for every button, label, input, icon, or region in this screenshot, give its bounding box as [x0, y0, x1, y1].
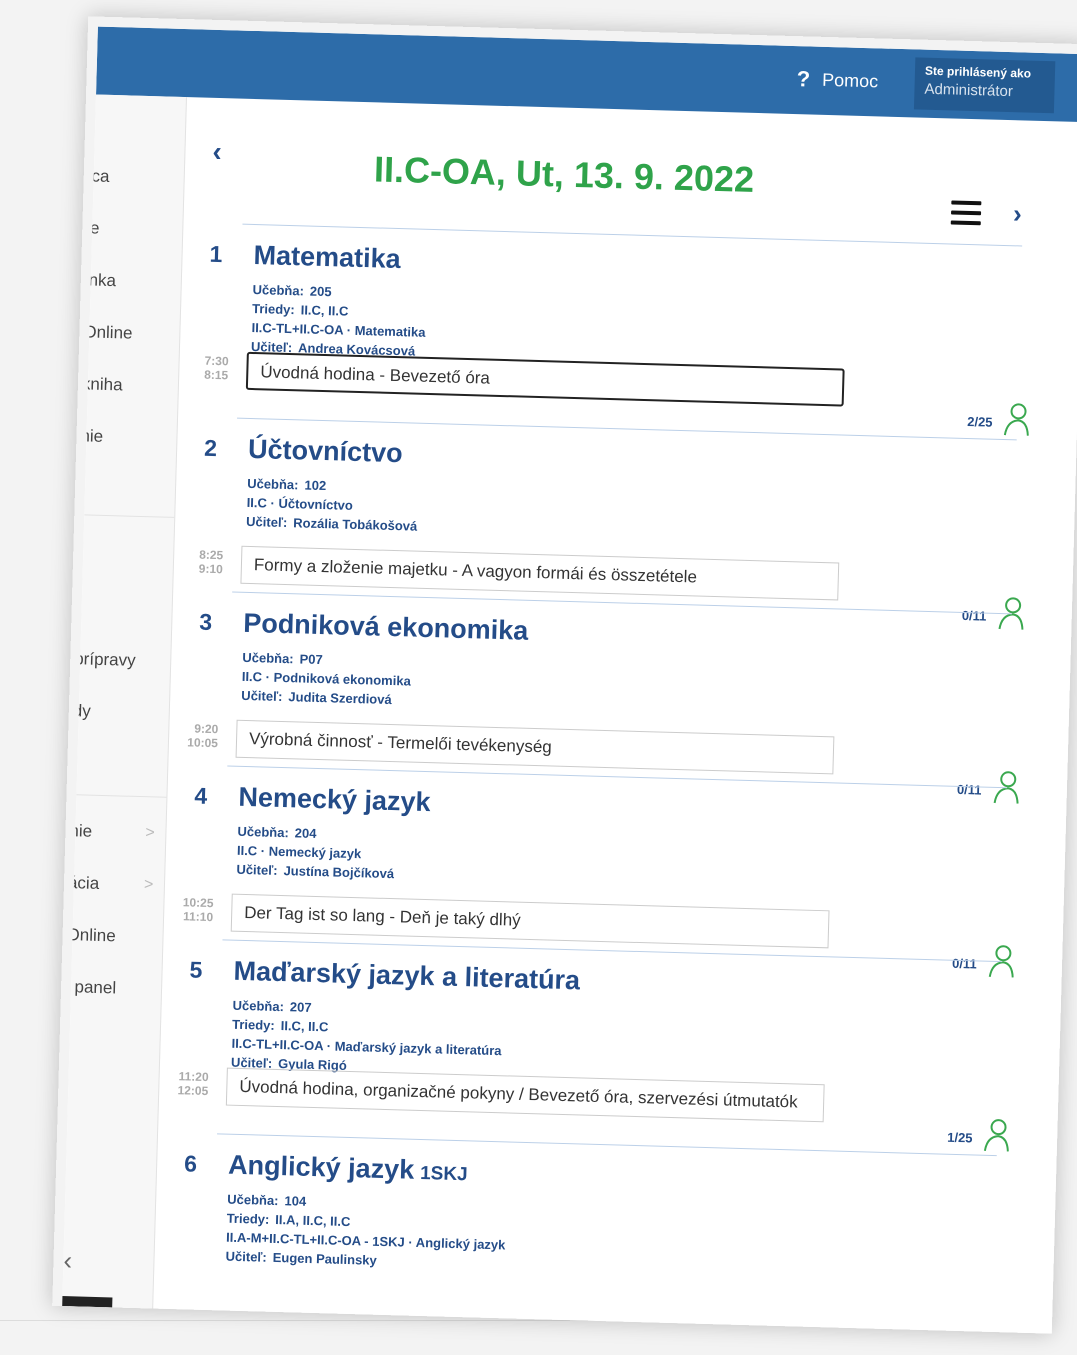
hamburger-menu-icon[interactable]: [950, 200, 982, 231]
lesson-subject: Maďarský jazyk a literatúra: [233, 955, 581, 996]
main-content: ‹ II.C-OA, Ut, 13. 9. 2022 › 1 Matematik…: [152, 97, 1077, 1334]
sidebar-item[interactable]: prípravy: [74, 649, 136, 671]
question-icon: ?: [796, 66, 811, 92]
sidebar-item[interactable]: ie: [86, 218, 100, 238]
lesson-item: 1 Matematika Učebňa: 205 Triedy: II.C, II.…: [177, 222, 1029, 439]
lesson-number: 3: [198, 608, 213, 635]
sidebar-item[interactable]: inka: [85, 270, 117, 291]
lesson-teacher: Rozália Tobákošová: [293, 515, 418, 534]
lesson-teacher: Justína Bojčíková: [283, 863, 395, 882]
lesson-teacher: Judita Szerdiová: [288, 689, 392, 708]
lesson-info: Učebňa: 205 Triedy: II.C, II.C II.C-TL+II.…: [250, 281, 426, 359]
sidebar-divider: [76, 794, 167, 798]
sidebar-item[interactable]: kniha: [82, 374, 123, 395]
lesson-info: Učebňa: 204 II.C · Nemecký jazyk Učiteľ: J…: [236, 823, 395, 882]
lesson-topic-input[interactable]: Výrobná činnosť - Termelői tevékenység: [235, 719, 835, 775]
lesson-time: 9:20 10:05: [187, 721, 219, 751]
help-label: Pomoc: [821, 69, 879, 91]
lesson-topic-input[interactable]: Der Tag ist so lang - Deň je taký dlhý: [230, 893, 830, 949]
lesson-room: 207: [289, 999, 312, 1015]
lesson-room: 204: [294, 825, 317, 841]
lesson-subject-tag: 1SKJ: [419, 1163, 468, 1186]
page-title: II.C-OA, Ut, 13. 9. 2022: [373, 148, 755, 200]
lesson-subject: Nemecký jazyk: [238, 781, 431, 818]
lesson-classes: II.A, II.C, II.C: [275, 1211, 351, 1230]
lesson-info: Učebňa: P07 II.C · Podniková ekonomika Uč…: [241, 649, 412, 708]
user-role-text: Administrátor: [924, 80, 1014, 101]
lesson-time: 11:20 12:05: [177, 1069, 209, 1099]
lesson-number: 1: [209, 240, 223, 268]
sidebar-divider: [84, 514, 175, 518]
lesson-subject: Účtovníctvo: [247, 433, 404, 469]
lesson-info: Učebňa: 207 Triedy: II.C, II.C II.C-TL+II.…: [230, 997, 502, 1073]
chevron-right-icon: >: [145, 824, 156, 842]
lesson-time: 8:25 9:10: [198, 547, 224, 577]
sidebar-item[interactable]: /: [71, 753, 76, 773]
lesson-info: Učebňa: 102 II.C · Účtovníctvo Učiteľ: Roz…: [245, 475, 418, 534]
lesson-room: 205: [309, 283, 332, 300]
attendance-count: 2/25: [967, 413, 993, 430]
lesson-time: 7:30 8:15: [204, 353, 229, 383]
sidebar-item[interactable]: Online: [83, 322, 133, 343]
sidebar-item[interactable]: nie: [69, 821, 92, 842]
sidebar-item[interactable]: ácia: [68, 873, 100, 894]
collapse-sidebar-icon[interactable]: ‹: [63, 1245, 73, 1276]
app-window: ? Pomoc Ste prihlásený ako Administrátor…: [62, 26, 1077, 1334]
lesson-item: 6 Anglický jazyk 1SKJ Učebňa: 104 Triedy: I…: [152, 1132, 997, 1334]
chevron-right-icon: >: [143, 876, 154, 894]
lesson-topic-input[interactable]: Úvodná hodina - Bevezető óra: [245, 351, 845, 407]
sidebar-item[interactable]: lca: [87, 166, 109, 187]
lesson-subject: Matematika: [253, 240, 402, 275]
lesson-number: 4: [194, 782, 208, 809]
lesson-number: 2: [203, 434, 218, 462]
lesson-time: 10:25 11:10: [182, 895, 214, 925]
previous-day-icon[interactable]: ‹: [212, 136, 222, 168]
sidebar-item[interactable]: nie: [80, 426, 103, 447]
user-account-box[interactable]: Ste prihlásený ako Administrátor: [913, 57, 1056, 114]
screenshot-sheet: ? Pomoc Ste prihlásený ako Administrátor…: [52, 16, 1077, 1334]
person-icon[interactable]: [983, 1117, 1010, 1154]
lesson-number: 5: [189, 956, 203, 983]
login-status-text: Ste prihlásený ako: [924, 63, 1032, 81]
taskbar-fragment: [62, 1295, 113, 1308]
lesson-number: 6: [183, 1150, 198, 1177]
lesson-room: 102: [304, 477, 327, 494]
next-day-icon[interactable]: ›: [1013, 198, 1023, 229]
person-icon[interactable]: [1003, 401, 1030, 438]
sidebar-item[interactable]: dy: [73, 701, 91, 721]
help-link[interactable]: ? Pomoc: [796, 66, 878, 94]
lesson-subject: Podniková ekonomika: [242, 607, 529, 646]
lesson-room: P07: [299, 651, 323, 668]
lesson-classes: II.C, II.C: [300, 302, 349, 319]
attendance-count: 1/25: [947, 1129, 973, 1146]
lesson-info: Učebňa: 104 Triedy: II.A, II.C, II.C II.A-…: [225, 1191, 506, 1268]
lesson-room: 104: [284, 1193, 307, 1209]
lesson-topic-input[interactable]: Úvodná hodina, organizačné pokyny / Beve…: [225, 1067, 825, 1123]
lesson-subject: Anglický jazyk 1SKJ: [227, 1149, 468, 1186]
sidebar-item[interactable]: Online: [66, 925, 116, 946]
lesson-item: 5 Maďarský jazyk a literatúra Učebňa: 207…: [157, 938, 1009, 1155]
lesson-classes: II.C, II.C: [280, 1018, 329, 1035]
lesson-topic-input[interactable]: Formy a zloženie majetku - A vagyon form…: [240, 545, 840, 601]
lesson-teacher: Eugen Paulinsky: [272, 1249, 377, 1268]
sidebar-item[interactable]: í panel: [65, 977, 117, 998]
